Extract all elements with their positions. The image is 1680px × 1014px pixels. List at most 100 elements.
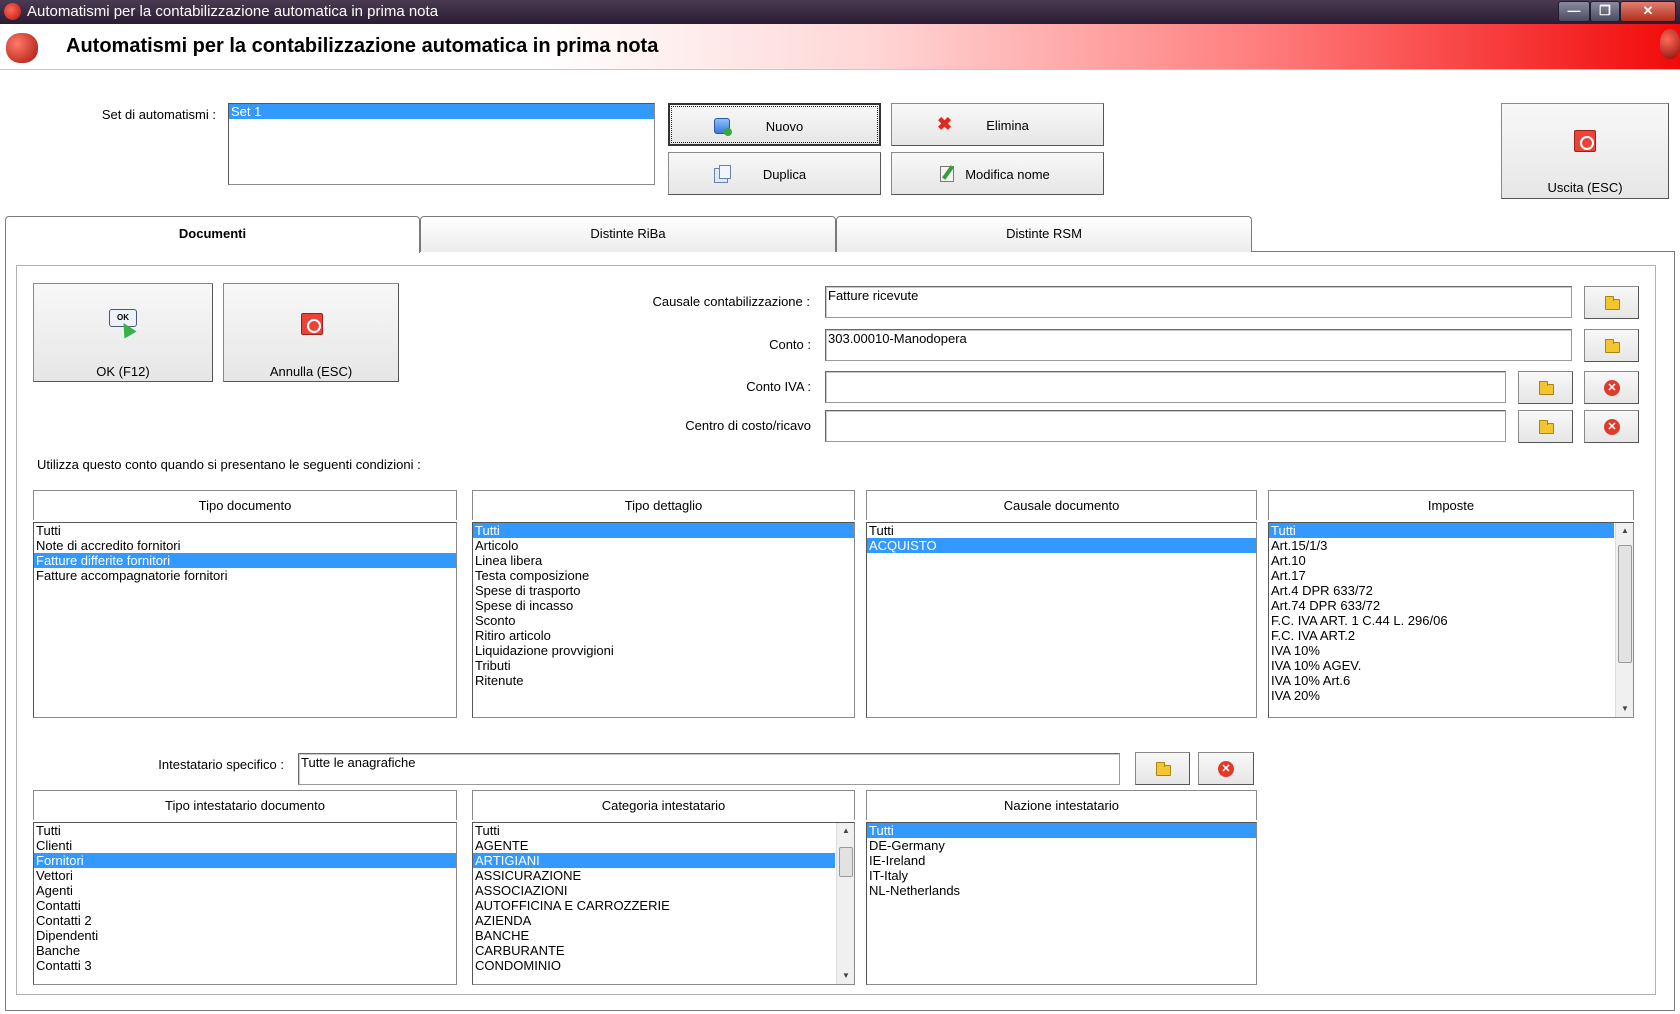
clear-icon: ✕ (1604, 419, 1620, 435)
list-item[interactable]: IVA 10% Art.6 (1269, 673, 1614, 688)
list-item[interactable]: Art.74 DPR 633/72 (1269, 598, 1614, 613)
list-item[interactable]: AGENTE (473, 838, 835, 853)
list-item[interactable]: IVA 10% (1269, 643, 1614, 658)
nuovo-button[interactable]: Nuovo (668, 103, 881, 146)
tab-documenti[interactable]: Documenti (5, 216, 420, 253)
centro-clear-button[interactable]: ✕ (1584, 410, 1639, 443)
list-item[interactable]: Note di accredito fornitori (34, 538, 456, 553)
list-item[interactable]: Fornitori (34, 853, 456, 868)
list-item[interactable]: Testa composizione (473, 568, 854, 583)
conto-browse-button[interactable] (1584, 329, 1639, 362)
maximize-button[interactable]: ❐ (1590, 1, 1620, 22)
list-item[interactable]: Ritiro articolo (473, 628, 854, 643)
list-item[interactable]: Contatti 3 (34, 958, 456, 973)
list-item[interactable]: Fatture differite fornitori (34, 553, 456, 568)
uscita-button[interactable]: Uscita (ESC) (1501, 103, 1669, 199)
categoria-scrollbar[interactable]: ▲ ▼ (836, 823, 854, 984)
scroll-up-icon[interactable]: ▲ (1616, 523, 1633, 539)
list-item[interactable]: Tutti (867, 523, 1256, 538)
list-item[interactable]: Art.17 (1269, 568, 1614, 583)
duplica-button[interactable]: Duplica (668, 152, 881, 195)
list-item[interactable]: Banche (34, 943, 456, 958)
list-item[interactable]: Articolo (473, 538, 854, 553)
list-item[interactable]: Tutti (867, 823, 1256, 838)
causale-documento-list[interactable]: Tutti ACQUISTO (866, 522, 1257, 718)
list-item[interactable]: ASSICURAZIONE (473, 868, 835, 883)
list-item[interactable]: Art.10 (1269, 553, 1614, 568)
causale-field[interactable]: Fatture ricevute (825, 286, 1572, 318)
tab-distinte-rsm[interactable]: Distinte RSM (836, 216, 1252, 252)
centro-browse-button[interactable] (1518, 410, 1573, 443)
list-item[interactable]: IVA 20% (1269, 688, 1614, 703)
list-item[interactable]: BANCHE (473, 928, 835, 943)
list-item[interactable]: ACQUISTO (867, 538, 1256, 553)
categoria-intestatario-list[interactable]: Tutti AGENTE ARTIGIANI ASSICURAZIONE ASSOCIA… (472, 822, 855, 985)
centro-field[interactable] (825, 410, 1506, 442)
list-item[interactable]: Art.15/1/3 (1269, 538, 1614, 553)
scroll-thumb[interactable] (1618, 545, 1632, 663)
list-item[interactable]: CONDOMINIO (473, 958, 835, 973)
list-item[interactable]: F.C. IVA ART. 1 C.44 L. 296/06 (1269, 613, 1614, 628)
list-item[interactable]: AZIENDA (473, 913, 835, 928)
intestatario-clear-button[interactable]: ✕ (1198, 752, 1254, 785)
list-item[interactable]: Clienti (34, 838, 456, 853)
list-item[interactable]: Agenti (34, 883, 456, 898)
scroll-down-icon[interactable]: ▼ (837, 968, 854, 984)
scroll-up-icon[interactable]: ▲ (837, 823, 854, 839)
list-item[interactable]: Tributi (473, 658, 854, 673)
list-item[interactable]: F.C. IVA ART.2 (1269, 628, 1614, 643)
list-item[interactable]: IE-Ireland (867, 853, 1256, 868)
list-item[interactable]: Set 1 (229, 104, 654, 119)
conto-field[interactable]: 303.00010-Manodopera (825, 329, 1572, 361)
tipo-dettaglio-list[interactable]: Tutti Articolo Linea libera Testa composizi… (472, 522, 855, 718)
conto-iva-field[interactable] (825, 371, 1506, 403)
list-item[interactable]: Linea libera (473, 553, 854, 568)
tab-distinte-riba[interactable]: Distinte RiBa (420, 216, 836, 252)
list-item[interactable]: Fatture accompagnatorie fornitori (34, 568, 456, 583)
list-item[interactable]: Tutti (473, 823, 835, 838)
list-item[interactable]: Tutti (34, 523, 456, 538)
minimize-button[interactable]: — (1558, 1, 1590, 22)
annulla-button[interactable]: Annulla (ESC) (223, 283, 399, 382)
list-item[interactable]: Tutti (1269, 523, 1614, 538)
list-item[interactable]: AUTOFFICINA E CARROZZERIE (473, 898, 835, 913)
tipo-documento-list[interactable]: Tutti Note di accredito fornitori Fatture … (33, 522, 457, 718)
conto-iva-browse-button[interactable] (1518, 371, 1573, 404)
list-item[interactable]: ARTIGIANI (473, 853, 835, 868)
elimina-button[interactable]: ✖ Elimina (891, 103, 1104, 146)
list-item[interactable]: ASSOCIAZIONI (473, 883, 835, 898)
list-item[interactable]: Ritenute (473, 673, 854, 688)
list-item[interactable]: IVA 10% AGEV. (1269, 658, 1614, 673)
list-item[interactable]: Spese di trasporto (473, 583, 854, 598)
scroll-thumb[interactable] (839, 847, 853, 877)
clear-icon: ✕ (1218, 761, 1234, 777)
modifica-nome-button[interactable]: Modifica nome (891, 152, 1104, 195)
list-item[interactable]: IT-Italy (867, 868, 1256, 883)
tipo-intestatario-list[interactable]: Tutti Clienti Fornitori Vettori Agenti Contat… (33, 822, 457, 985)
scroll-down-icon[interactable]: ▼ (1616, 701, 1633, 717)
causale-browse-button[interactable] (1584, 286, 1639, 319)
imposte-list[interactable]: Tutti Art.15/1/3 Art.10 Art.17 Art.4 DPR 633… (1268, 522, 1634, 718)
ok-button[interactable]: OK OK (F12) (33, 283, 213, 382)
list-item[interactable]: Tutti (473, 523, 854, 538)
list-item[interactable]: DE-Germany (867, 838, 1256, 853)
conto-iva-clear-button[interactable]: ✕ (1584, 371, 1639, 404)
app-icon (4, 3, 21, 20)
list-item[interactable]: Sconto (473, 613, 854, 628)
list-item[interactable]: CARBURANTE (473, 943, 835, 958)
imposte-scrollbar[interactable]: ▲ ▼ (1615, 523, 1633, 717)
list-item[interactable]: Art.4 DPR 633/72 (1269, 583, 1614, 598)
list-item[interactable]: Liquidazione provvigioni (473, 643, 854, 658)
set-listbox[interactable]: Set 1 (228, 103, 655, 185)
list-item[interactable]: NL-Netherlands (867, 883, 1256, 898)
close-button[interactable]: ✕ (1620, 1, 1676, 22)
list-item[interactable]: Tutti (34, 823, 456, 838)
list-item[interactable]: Dipendenti (34, 928, 456, 943)
intestatario-browse-button[interactable] (1135, 752, 1190, 785)
intestatario-field[interactable]: Tutte le anagrafiche (298, 753, 1120, 785)
list-item[interactable]: Vettori (34, 868, 456, 883)
list-item[interactable]: Contatti (34, 898, 456, 913)
list-item[interactable]: Spese di incasso (473, 598, 854, 613)
list-item[interactable]: Contatti 2 (34, 913, 456, 928)
nazione-intestatario-list[interactable]: Tutti DE-Germany IE-Ireland IT-Italy NL-Neth… (866, 822, 1257, 985)
